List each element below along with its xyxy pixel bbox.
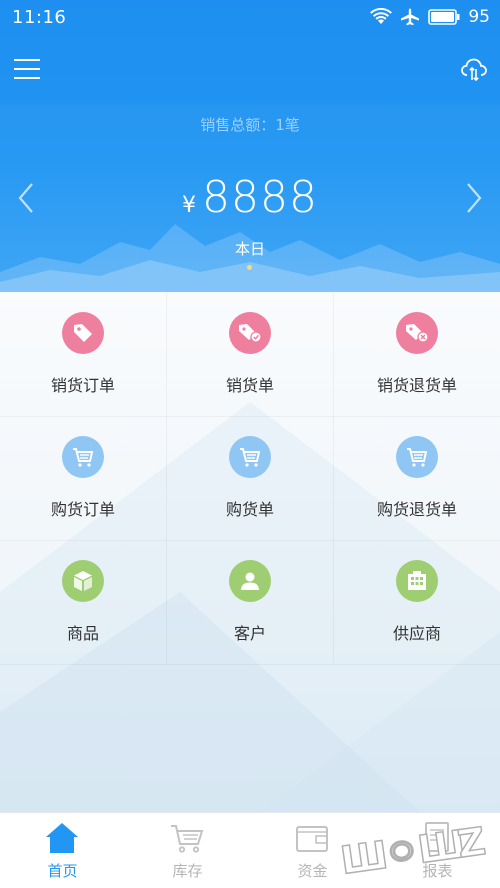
sales-amount: ¥ 8888	[0, 172, 500, 223]
grid-item-label: 销货单	[225, 376, 274, 395]
status-time: 11:16	[12, 7, 67, 28]
battery-level: 95	[468, 7, 490, 27]
wallet-icon	[296, 826, 328, 852]
tag-check-icon	[229, 312, 271, 354]
status-bar: 11:16 95	[0, 0, 500, 34]
grid-item-sales-return[interactable]: 销货退货单	[334, 292, 500, 416]
page-indicator-dot	[247, 265, 252, 270]
grid-item-label: 购货单	[225, 500, 274, 519]
tag-icon	[62, 312, 104, 354]
grid-item-products[interactable]: 商品	[0, 540, 166, 664]
svg-text:Z: Z	[455, 819, 488, 866]
grid-item-label: 供应商	[392, 624, 441, 643]
cloud-sync-button[interactable]	[460, 55, 488, 83]
cart-list-icon	[229, 436, 271, 478]
hamburger-menu-icon	[14, 59, 40, 79]
wifi-icon	[370, 8, 393, 24]
grid-item-suppliers[interactable]: 供应商	[334, 540, 500, 664]
grid-item-label: 商品	[66, 624, 99, 643]
grid-item-label: 客户	[233, 624, 266, 643]
person-icon	[229, 560, 271, 602]
cart-list-icon	[396, 436, 438, 478]
cart-list-icon	[62, 436, 104, 478]
battery-icon	[428, 9, 460, 25]
grid-item-label: 购货退货单	[376, 500, 457, 519]
amount-value: 8888	[202, 172, 318, 223]
grid-item-purchase-return[interactable]: 购货退货单	[334, 416, 500, 540]
tab-home[interactable]: 首页	[0, 813, 125, 888]
grid-item-sales-slip[interactable]: 销货单	[167, 292, 333, 416]
sales-total-label: 销售总额：1笔	[200, 116, 300, 134]
cart-icon	[171, 825, 204, 853]
grid-item-label: 销货退货单	[376, 376, 457, 395]
status-icons: 95	[370, 7, 490, 27]
home-icon	[46, 823, 78, 853]
grid-item-label: 销货订单	[50, 376, 115, 395]
tab-label: 库存	[172, 862, 203, 880]
building-icon	[396, 560, 438, 602]
currency-symbol: ¥	[182, 193, 196, 218]
cloud-sync-icon	[461, 58, 487, 82]
grid-item-label: 购货订单	[50, 500, 115, 519]
airplane-icon	[401, 8, 420, 26]
tab-label: 首页	[47, 862, 78, 880]
tab-inventory[interactable]: 库存	[125, 813, 250, 888]
box-icon	[62, 560, 104, 602]
grid-item-sales-order[interactable]: 销货订单	[0, 292, 166, 416]
grid-item-purchase-slip[interactable]: 购货单	[167, 416, 333, 540]
grid-divider	[0, 664, 500, 665]
menu-button[interactable]	[14, 58, 40, 80]
watermark-logo: Ш ㅇ Ш Z	[337, 818, 489, 880]
tag-return-icon	[396, 312, 438, 354]
period-label: 本日	[234, 240, 265, 258]
grid-item-purchase-order[interactable]: 购货订单	[0, 416, 166, 540]
function-grid: 销货订单 销货单 销货退货单 购货订单 购货单 购货退货单 商品 客户 供应商	[0, 292, 500, 812]
grid-item-customers[interactable]: 客户	[167, 540, 333, 664]
